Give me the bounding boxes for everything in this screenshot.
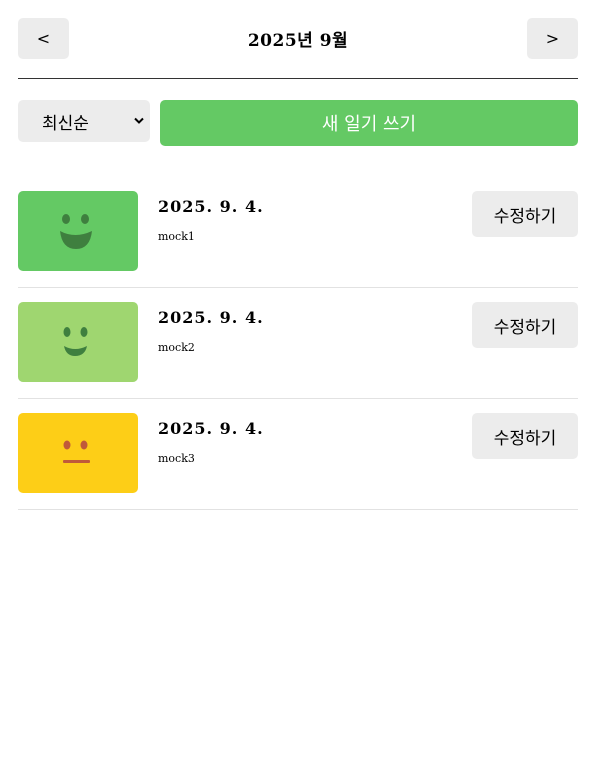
new-diary-button[interactable]: 새 일기 쓰기	[160, 100, 578, 146]
header-divider	[18, 78, 578, 79]
diary-info[interactable]: 2025. 9. 4. mock3	[158, 413, 264, 465]
emotion-image[interactable]	[18, 191, 138, 271]
diary-date: 2025. 9. 4.	[158, 197, 264, 216]
sort-selected-value: 최신순	[42, 113, 89, 134]
month-header: < 2025년 9월 >	[18, 18, 578, 59]
diary-date: 2025. 9. 4.	[158, 419, 264, 438]
diary-info[interactable]: 2025. 9. 4. mock1	[158, 191, 264, 243]
diary-content: mock2	[158, 341, 195, 354]
diary-app: < 2025년 9월 > 최신순 새 일기 쓰기 2025. 9. 4. moc…	[0, 0, 596, 775]
smile-face-icon	[63, 327, 88, 356]
sort-select[interactable]: 최신순	[18, 100, 150, 142]
neutral-face-icon	[63, 440, 90, 463]
prev-month-button[interactable]: <	[18, 18, 69, 59]
diary-item: 2025. 9. 4. mock1 수정하기	[18, 191, 578, 288]
edit-button[interactable]: 수정하기	[472, 413, 578, 459]
diary-content: mock1	[158, 230, 195, 243]
diary-content: mock3	[158, 452, 195, 465]
diary-item: 2025. 9. 4. mock2 수정하기	[18, 302, 578, 399]
emotion-image[interactable]	[18, 413, 138, 493]
diary-item: 2025. 9. 4. mock3 수정하기	[18, 413, 578, 510]
edit-button[interactable]: 수정하기	[472, 191, 578, 237]
edit-button[interactable]: 수정하기	[472, 302, 578, 348]
big-smile-face-icon	[60, 214, 92, 249]
next-month-button[interactable]: >	[527, 18, 578, 59]
diary-info[interactable]: 2025. 9. 4. mock2	[158, 302, 264, 354]
chevron-down-icon	[134, 115, 144, 128]
emotion-image[interactable]	[18, 302, 138, 382]
diary-date: 2025. 9. 4.	[158, 308, 264, 327]
month-title: 2025년 9월	[247, 31, 349, 51]
